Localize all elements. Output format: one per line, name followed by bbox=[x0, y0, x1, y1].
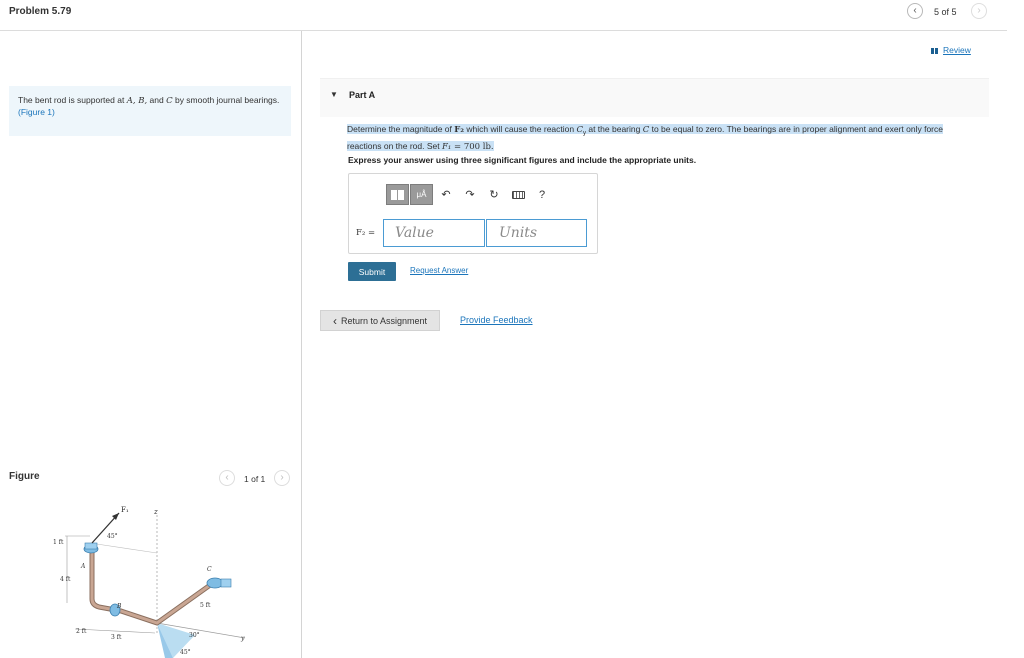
chevron-left-icon: ‹ bbox=[332, 313, 337, 328]
request-answer-link[interactable]: Request Answer bbox=[410, 266, 468, 275]
math-toolbar: μÅ ↶ ↷ ↻ ? bbox=[386, 184, 554, 205]
right-margin bbox=[1007, 0, 1024, 658]
undo-icon[interactable]: ↶ bbox=[434, 184, 458, 205]
answer-label: F₂ = bbox=[356, 228, 376, 238]
template-icon bbox=[391, 189, 404, 200]
chevron-left-icon: ‹ bbox=[913, 5, 917, 16]
return-to-assignment-button[interactable]: ‹ Return to Assignment bbox=[320, 310, 440, 331]
question-highlight: Determine the magnitude of F₂ which will… bbox=[347, 124, 943, 152]
review-link[interactable]: Review bbox=[931, 45, 971, 55]
chevron-left-icon: ‹ bbox=[225, 472, 229, 483]
question-f1-symbol: F₁ bbox=[441, 141, 452, 152]
label-angle-30: 30° bbox=[189, 632, 200, 639]
column-divider bbox=[301, 31, 302, 658]
units-input[interactable]: Units bbox=[486, 219, 587, 247]
top-bar: Problem 5.79 ‹ 5 of 5 › bbox=[0, 0, 1007, 31]
label-c: C bbox=[207, 566, 212, 573]
label-5ft: 5 ft bbox=[200, 602, 211, 609]
value-input[interactable]: Value bbox=[383, 219, 485, 247]
collapse-caret-icon[interactable]: ▼ bbox=[330, 90, 338, 99]
chevron-right-icon: › bbox=[280, 472, 284, 483]
keyboard-icon bbox=[511, 190, 525, 199]
question-part-5: = 700 lb. bbox=[451, 141, 494, 152]
problem-text-and: and bbox=[147, 95, 167, 105]
figure-link[interactable]: (Figure 1) bbox=[18, 107, 55, 117]
problem-text-prefix: The bent rod is supported at bbox=[18, 95, 127, 105]
bent-rod-figure[interactable]: F₁ z 45° 1 ft A 4 ft B C 5 ft 2 ft 3 ft … bbox=[45, 503, 260, 658]
figure-heading: Figure bbox=[9, 471, 40, 482]
label-1ft: 1 ft bbox=[53, 539, 64, 546]
problem-text-vars: A, B, bbox=[126, 96, 148, 106]
question-part-3: at the bearing bbox=[586, 124, 643, 134]
label-3ft: 3 ft bbox=[111, 634, 122, 641]
part-a-title: Part A bbox=[349, 90, 376, 100]
question-f2-symbol: F₂ bbox=[454, 125, 465, 135]
reference-line bbox=[89, 542, 158, 554]
question-text: Determine the magnitude of F₂ which will… bbox=[347, 123, 979, 153]
page-title: Problem 5.79 bbox=[9, 6, 72, 17]
label-y: y bbox=[240, 635, 245, 642]
part-a-header[interactable]: ▼ Part A bbox=[320, 78, 989, 117]
review-label: Review bbox=[943, 45, 971, 55]
figure-pager: 1 of 1 bbox=[244, 474, 266, 484]
help-button[interactable]: ? bbox=[530, 184, 554, 205]
template-button[interactable] bbox=[386, 184, 409, 205]
question-part-1: Determine the magnitude of bbox=[347, 124, 455, 134]
chevron-right-icon: › bbox=[977, 5, 981, 16]
instruction-text: Express your answer using three signific… bbox=[348, 155, 697, 165]
reset-icon[interactable]: ↻ bbox=[482, 184, 506, 205]
dimension-line-bottom bbox=[74, 628, 156, 634]
label-z: z bbox=[153, 508, 158, 516]
label-4ft: 4 ft bbox=[60, 576, 71, 583]
review-icon bbox=[931, 47, 940, 54]
answer-box: μÅ ↶ ↷ ↻ ? F₂ = Value Units bbox=[348, 173, 598, 254]
return-label: Return to Assignment bbox=[340, 315, 428, 326]
figure-next-button[interactable]: › bbox=[274, 470, 290, 486]
label-2ft: 2 ft bbox=[76, 628, 87, 635]
bearing-c bbox=[206, 577, 232, 589]
label-angle-45-top: 45° bbox=[107, 533, 118, 540]
question-part-2: which will cause the reaction bbox=[464, 124, 577, 134]
redo-icon[interactable]: ↷ bbox=[458, 184, 482, 205]
bearing-a bbox=[83, 542, 99, 554]
submit-button[interactable]: Submit bbox=[348, 262, 396, 281]
symbols-button[interactable]: μÅ bbox=[410, 184, 433, 205]
next-problem-button[interactable]: › bbox=[971, 3, 987, 19]
figure-previous-button[interactable]: ‹ bbox=[219, 470, 235, 486]
problem-pager: 5 of 5 bbox=[934, 7, 957, 17]
provide-feedback-link[interactable]: Provide Feedback bbox=[460, 315, 533, 325]
label-a: A bbox=[80, 563, 86, 570]
keyboard-button[interactable] bbox=[506, 184, 530, 205]
label-angle-45-bottom: 45° bbox=[180, 649, 191, 656]
label-f1: F₁ bbox=[121, 506, 129, 514]
label-b: B bbox=[116, 603, 122, 610]
problem-statement: The bent rod is supported at A, B, and C… bbox=[9, 86, 291, 136]
problem-text-suffix: by smooth journal bearings. bbox=[172, 95, 280, 105]
previous-problem-button[interactable]: ‹ bbox=[907, 3, 923, 19]
